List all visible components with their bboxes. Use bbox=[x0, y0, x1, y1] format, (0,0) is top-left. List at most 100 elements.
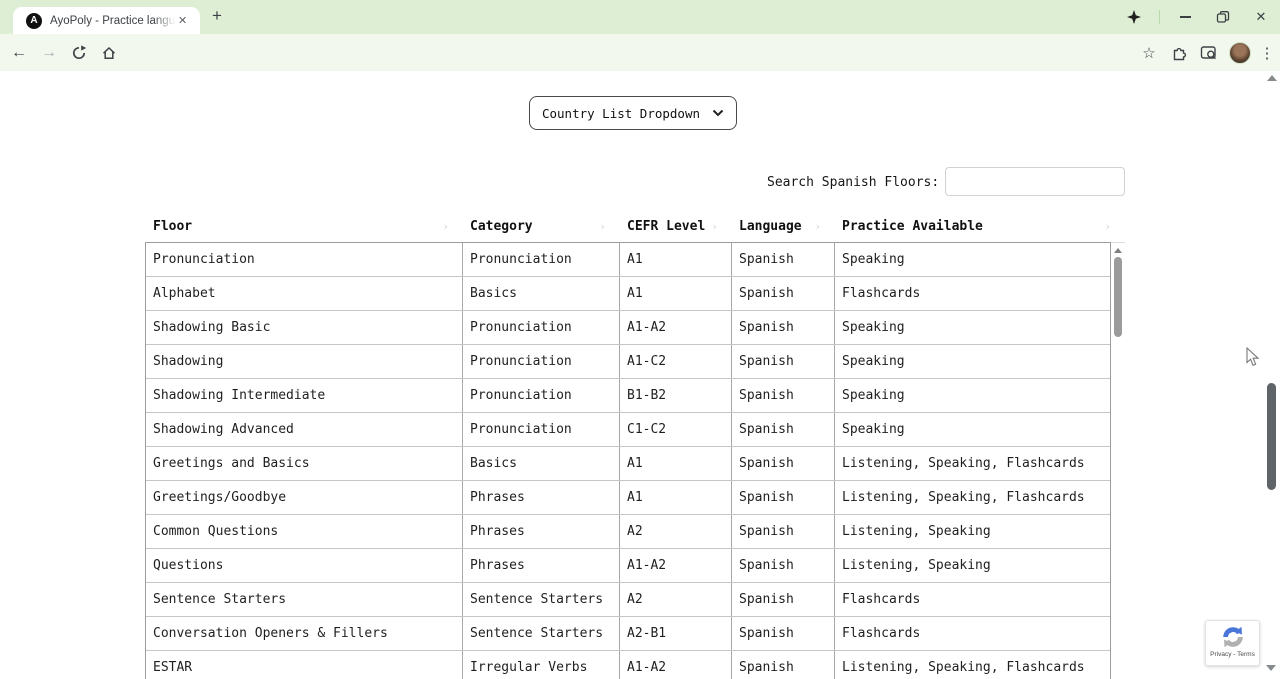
table-row[interactable]: PronunciationPronunciationA1SpanishSpeak… bbox=[146, 243, 1110, 277]
column-header-floor[interactable]: Floor › bbox=[145, 211, 462, 242]
page-content: Country List Dropdown Search Spanish Flo… bbox=[0, 71, 1280, 679]
table-cell: Speaking bbox=[835, 413, 1110, 446]
table-row[interactable]: Greetings and BasicsBasicsA1SpanishListe… bbox=[146, 447, 1110, 481]
table-row[interactable]: Shadowing BasicPronunciationA1-A2Spanish… bbox=[146, 311, 1110, 345]
table-cell: Spanish bbox=[732, 311, 835, 344]
table-cell: Basics bbox=[463, 277, 620, 310]
extensions-icon[interactable] bbox=[1164, 34, 1194, 71]
recaptcha-privacy-terms[interactable]: Privacy - Terms bbox=[1210, 651, 1255, 658]
table-row[interactable]: ShadowingPronunciationA1-C2SpanishSpeaki… bbox=[146, 345, 1110, 379]
new-tab-button[interactable]: + bbox=[212, 6, 222, 26]
table-cell: Sentence Starters bbox=[463, 583, 620, 616]
table-cell: Irregular Verbs bbox=[463, 651, 620, 679]
table-row[interactable]: Greetings/GoodbyePhrasesA1SpanishListeni… bbox=[146, 481, 1110, 515]
column-header-label: Category bbox=[470, 219, 533, 234]
table-cell: Listening, Speaking, Flashcards bbox=[835, 651, 1110, 679]
country-list-dropdown[interactable]: Country List Dropdown bbox=[529, 96, 737, 130]
table-cell: Pronunciation bbox=[146, 243, 463, 276]
table-cell: Spanish bbox=[732, 379, 835, 412]
table-scrollbar[interactable] bbox=[1111, 242, 1125, 679]
table-cell: Phrases bbox=[463, 481, 620, 514]
bookmark-star-icon[interactable]: ☆ bbox=[1134, 34, 1164, 71]
table-cell: Speaking bbox=[835, 345, 1110, 378]
page-scroll-up-arrow-icon[interactable] bbox=[1267, 75, 1277, 81]
table-cell: Speaking bbox=[835, 243, 1110, 276]
page-scrollbar-thumb[interactable] bbox=[1267, 383, 1276, 490]
browser-tab-strip: A AyoPoly - Practice language le ✕ + ✕ bbox=[0, 0, 1280, 34]
profile-avatar[interactable] bbox=[1229, 42, 1251, 64]
column-header-language[interactable]: Language › bbox=[731, 211, 834, 242]
tab-title: AyoPoly - Practice language le bbox=[50, 15, 176, 27]
table-cell: Flashcards bbox=[835, 277, 1110, 310]
table-cell: Sentence Starters bbox=[463, 617, 620, 650]
tab-close-icon[interactable]: ✕ bbox=[178, 14, 187, 27]
table-cell: Spanish bbox=[732, 243, 835, 276]
sort-chevron-icon[interactable]: › bbox=[442, 220, 449, 233]
table-row[interactable]: Shadowing IntermediatePronunciationB1-B2… bbox=[146, 379, 1110, 413]
recaptcha-badge[interactable]: Privacy - Terms bbox=[1205, 620, 1260, 666]
table-cell: Common Questions bbox=[146, 515, 463, 548]
site-favicon-icon: A bbox=[26, 13, 42, 29]
table-cell: Conversation Openers & Fillers bbox=[146, 617, 463, 650]
table-cell: Pronunciation bbox=[463, 345, 620, 378]
table-cell: B1-B2 bbox=[620, 379, 732, 412]
table-cell: Shadowing bbox=[146, 345, 463, 378]
table-cell: Sentence Starters bbox=[146, 583, 463, 616]
country-list-dropdown-label: Country List Dropdown bbox=[542, 106, 700, 121]
table-cell: Pronunciation bbox=[463, 379, 620, 412]
table-cell: Spanish bbox=[732, 277, 835, 310]
table-cell: Spanish bbox=[732, 651, 835, 679]
table-row[interactable]: Common QuestionsPhrasesA2SpanishListenin… bbox=[146, 515, 1110, 549]
table-row[interactable]: ESTARIrregular VerbsA1-A2SpanishListenin… bbox=[146, 651, 1110, 679]
table-cell: Spanish bbox=[732, 515, 835, 548]
table-cell: ESTAR bbox=[146, 651, 463, 679]
table-row[interactable]: Shadowing AdvancedPronunciationC1-C2Span… bbox=[146, 413, 1110, 447]
browser-tab-active[interactable]: A AyoPoly - Practice language le ✕ bbox=[13, 7, 200, 34]
column-header-cefr-level[interactable]: CEFR Level› bbox=[619, 211, 731, 242]
table-cell: Spanish bbox=[732, 583, 835, 616]
close-window-button[interactable]: ✕ bbox=[1242, 0, 1280, 34]
table-cell: C1-C2 bbox=[620, 413, 732, 446]
reload-icon[interactable] bbox=[64, 34, 94, 71]
floor-search-input[interactable] bbox=[945, 167, 1125, 196]
table-row[interactable]: QuestionsPhrasesA1-A2SpanishListening, S… bbox=[146, 549, 1110, 583]
table-cell: Spanish bbox=[732, 345, 835, 378]
table-cell: Greetings and Basics bbox=[146, 447, 463, 480]
sort-chevron-icon[interactable]: › bbox=[814, 220, 821, 233]
sort-chevron-icon[interactable]: › bbox=[599, 220, 606, 233]
table-cell: Pronunciation bbox=[463, 311, 620, 344]
three-dot-menu-icon[interactable]: ⋮ bbox=[1256, 34, 1278, 71]
sparkle-icon[interactable] bbox=[1119, 0, 1149, 34]
scroll-up-arrow-icon[interactable] bbox=[1114, 248, 1122, 253]
table-cell: Alphabet bbox=[146, 277, 463, 310]
table-cell: Questions bbox=[146, 549, 463, 582]
home-icon[interactable] bbox=[94, 34, 124, 71]
back-icon[interactable]: ← bbox=[4, 34, 34, 71]
table-cell: Pronunciation bbox=[463, 243, 620, 276]
column-header-label: Language bbox=[739, 219, 802, 234]
table-cell: A1-A2 bbox=[620, 311, 732, 344]
table-scrollbar-thumb[interactable] bbox=[1114, 257, 1122, 337]
table-cell: Phrases bbox=[463, 549, 620, 582]
table-row[interactable]: AlphabetBasicsA1SpanishFlashcards bbox=[146, 277, 1110, 311]
column-header-label: Floor bbox=[153, 219, 192, 234]
table-row[interactable]: Sentence StartersSentence StartersA2Span… bbox=[146, 583, 1110, 617]
sort-chevron-icon[interactable]: › bbox=[1104, 220, 1111, 233]
minimize-button[interactable] bbox=[1166, 0, 1204, 34]
table-cell: Spanish bbox=[732, 447, 835, 480]
table-cell: Spanish bbox=[732, 481, 835, 514]
table-cell: A2 bbox=[620, 515, 732, 548]
column-header-category[interactable]: Category › bbox=[462, 211, 619, 242]
column-header-practice-available[interactable]: Practice Available› bbox=[834, 211, 1124, 242]
table-row[interactable]: Conversation Openers & FillersSentence S… bbox=[146, 617, 1110, 651]
table-cell: A1-C2 bbox=[620, 345, 732, 378]
table-cell: Basics bbox=[463, 447, 620, 480]
restore-window-button[interactable] bbox=[1204, 0, 1242, 34]
page-scroll-down-arrow-icon[interactable] bbox=[1266, 665, 1276, 671]
sort-chevron-icon[interactable]: › bbox=[711, 220, 718, 233]
recaptcha-logo-icon bbox=[1220, 624, 1246, 650]
table-cell: A2 bbox=[620, 583, 732, 616]
table-cell: A1-A2 bbox=[620, 549, 732, 582]
table-cell: A1 bbox=[620, 243, 732, 276]
search-in-page-icon[interactable] bbox=[1194, 34, 1224, 71]
